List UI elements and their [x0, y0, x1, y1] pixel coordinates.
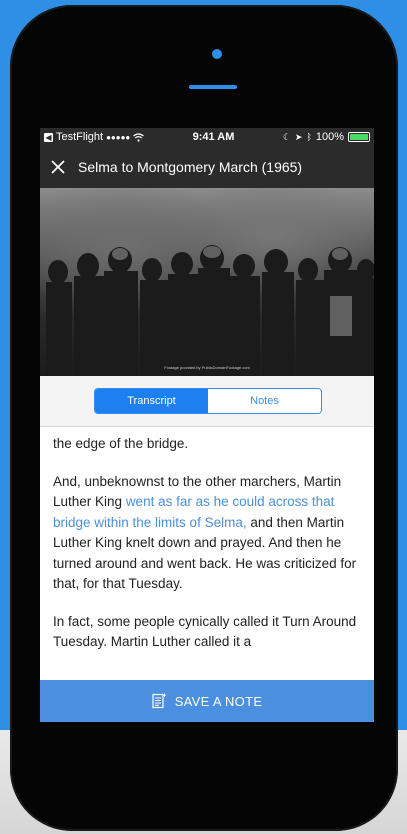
tab-notes[interactable]: Notes [208, 389, 321, 413]
location-arrow-icon: ➤ [294, 131, 303, 142]
wifi-icon [133, 132, 145, 142]
back-app-label[interactable]: TestFlight [56, 131, 103, 143]
status-right: ☾ ➤ ᛒ 100% [283, 131, 370, 143]
signal-strength: ●●●●● [106, 132, 131, 142]
battery-fill [349, 134, 368, 140]
transcript-paragraph: And, unbeknownst to the other marchers, … [53, 472, 361, 595]
video-frame-crowd [46, 245, 374, 376]
tab-transcript[interactable]: Transcript [95, 389, 208, 413]
moon-icon: ☾ [282, 131, 291, 142]
transcript-text[interactable]: the edge of the bridge. And, unbeknownst… [40, 426, 374, 682]
transcript-text-span: the edge of the bridge. [53, 436, 189, 451]
camera-dot [212, 49, 222, 59]
speaker-slot [189, 85, 237, 89]
segmented-control: Transcript Notes [94, 388, 322, 414]
close-icon[interactable] [40, 146, 76, 188]
transcript-paragraph: the edge of the bridge. [53, 434, 361, 455]
app-screen: ◀ TestFlight ●●●●● 9:41 AM ☾ ➤ ᛒ 100% Se… [40, 128, 374, 722]
segment-bar: Transcript Notes [40, 376, 374, 427]
nav-bar: Selma to Montgomery March (1965) [40, 146, 374, 188]
page-title: Selma to Montgomery March (1965) [78, 159, 303, 175]
status-time: 9:41 AM [192, 131, 235, 143]
battery-percent: 100% [315, 131, 344, 143]
back-arrow-icon[interactable]: ◀ [44, 132, 53, 142]
status-bar: ◀ TestFlight ●●●●● 9:41 AM ☾ ➤ ᛒ 100% [40, 128, 374, 146]
video-credit: Footage provided by PublicDomainFootage.… [164, 365, 250, 370]
save-note-button[interactable]: SAVE A NOTE [40, 680, 374, 722]
status-left: ◀ TestFlight ●●●●● [44, 131, 145, 143]
note-icon [152, 693, 166, 709]
save-note-label: SAVE A NOTE [174, 693, 263, 709]
transcript-text-span: In fact, some people cynically called it… [53, 613, 357, 650]
video-player[interactable]: Footage provided by PublicDomainFootage.… [40, 188, 374, 376]
transcript-paragraph: In fact, some people cynically called it… [53, 612, 361, 653]
bluetooth-icon: ᛒ [306, 132, 312, 142]
battery-icon [347, 132, 370, 142]
